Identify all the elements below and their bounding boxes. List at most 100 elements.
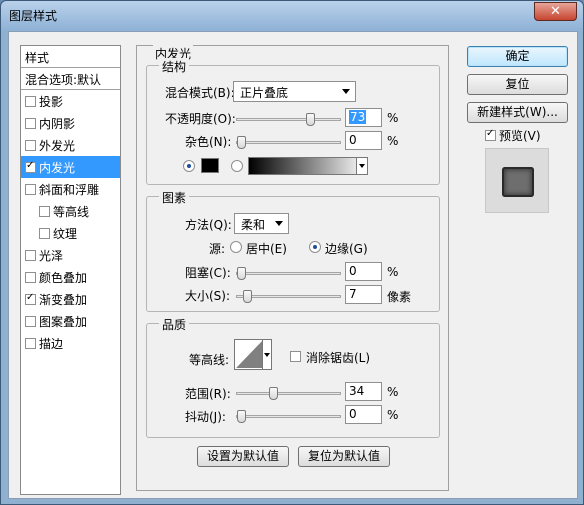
style-item[interactable]: 图案叠加 <box>21 310 120 332</box>
set-default-button[interactable]: 设置为默认值 <box>197 446 289 467</box>
opacity-input[interactable]: 73 <box>345 108 382 127</box>
style-item[interactable]: 投影 <box>21 90 120 112</box>
reset-default-button[interactable]: 复位为默认值 <box>298 446 390 467</box>
choke-slider[interactable] <box>236 267 341 280</box>
noise-label: 杂色(N): <box>185 135 232 149</box>
style-item[interactable]: 等高线 <box>21 200 120 222</box>
style-item-checkbox[interactable] <box>39 205 50 217</box>
range-slider-thumb[interactable] <box>269 387 278 400</box>
range-slider[interactable] <box>236 387 341 400</box>
gradient-radio[interactable] <box>231 160 243 172</box>
chevron-down-icon[interactable] <box>262 340 271 369</box>
style-item-label: 图案叠加 <box>39 314 88 329</box>
style-item-label: 斜面和浮雕 <box>39 182 100 197</box>
noise-slider[interactable] <box>236 136 341 149</box>
style-item[interactable]: 光泽 <box>21 244 120 266</box>
quality-group: 品质 等高线: 消除锯齿(L) 范围(R): 34 % 抖动(J): 0 % <box>146 316 440 438</box>
size-unit: 像素 <box>387 290 412 304</box>
new-style-button[interactable]: 新建样式(W)... <box>467 102 568 123</box>
elements-group: 图素 方法(Q): 柔和 源: 居中(E) 边缘(G) 阻塞(C): 0 % 大… <box>146 189 440 312</box>
antialias-checkbox[interactable] <box>290 351 301 362</box>
chevron-down-icon <box>275 221 283 226</box>
style-item-label: 光泽 <box>39 248 64 263</box>
preview-row[interactable]: 预览(V) <box>485 127 541 144</box>
ok-button[interactable]: 确定 <box>467 46 568 67</box>
opacity-slider-thumb[interactable] <box>306 113 315 126</box>
opacity-label: 不透明度(O): <box>165 112 236 126</box>
style-item-label: 外发光 <box>39 138 76 153</box>
source-label: 源: <box>209 242 226 256</box>
layer-style-dialog: 图层样式 ✕ 样式 混合选项:默认 投影内阴影外发光内发光斜面和浮雕等高线纹理光… <box>0 0 584 505</box>
style-item[interactable]: 颜色叠加 <box>21 266 120 288</box>
noise-slider-thumb[interactable] <box>237 136 246 149</box>
chevron-down-icon <box>342 89 350 94</box>
preview-label[interactable]: 预览(V) <box>499 127 541 144</box>
style-item[interactable]: 描边 <box>21 332 120 354</box>
opacity-value: 73 <box>349 110 367 124</box>
antialias-label[interactable]: 消除锯齿(L) <box>306 349 370 366</box>
structure-group: 结构 混合模式(B): 正片叠底 不透明度(O): 73 % 杂色(N): 0 … <box>146 58 440 185</box>
style-item[interactable]: 渐变叠加 <box>21 288 120 310</box>
style-item-checkbox[interactable] <box>25 292 36 305</box>
jitter-slider[interactable] <box>236 410 341 423</box>
style-item-checkbox[interactable] <box>25 315 36 327</box>
jitter-label: 抖动(J): <box>185 410 226 424</box>
style-item[interactable]: 纹理 <box>21 222 120 244</box>
style-item-label: 内阴影 <box>39 116 76 131</box>
blend-mode-dropdown[interactable]: 正片叠底 <box>233 81 356 102</box>
range-unit: % <box>387 385 399 399</box>
style-item-checkbox[interactable] <box>25 183 36 195</box>
close-icon[interactable]: ✕ <box>534 2 577 21</box>
preview-checkbox[interactable] <box>485 128 496 141</box>
style-item-label: 描边 <box>39 336 64 351</box>
blend-mode-value: 正片叠底 <box>240 86 289 100</box>
style-item-checkbox[interactable] <box>39 227 50 239</box>
style-item[interactable]: 内阴影 <box>21 112 120 134</box>
style-item[interactable]: 外发光 <box>21 134 120 156</box>
choke-input[interactable]: 0 <box>345 262 382 281</box>
solid-color-radio[interactable] <box>183 160 195 172</box>
jitter-slider-thumb[interactable] <box>237 410 246 423</box>
gradient-picker[interactable] <box>248 157 368 175</box>
style-item-label: 渐变叠加 <box>39 292 88 307</box>
style-item-checkbox[interactable] <box>25 249 36 261</box>
style-item-checkbox[interactable] <box>25 160 36 173</box>
source-center-radio[interactable] <box>230 241 242 253</box>
style-item-label: 内发光 <box>39 160 76 175</box>
source-edge-label[interactable]: 边缘(G) <box>325 240 368 257</box>
style-item-checkbox[interactable] <box>25 271 36 283</box>
style-preview <box>485 148 549 213</box>
jitter-input[interactable]: 0 <box>345 405 382 424</box>
style-item[interactable]: 内发光 <box>21 156 120 178</box>
choke-unit: % <box>387 265 399 279</box>
source-center-label[interactable]: 居中(E) <box>246 240 287 257</box>
source-edge-radio[interactable] <box>309 241 321 253</box>
blend-options-item[interactable]: 混合选项:默认 <box>21 68 120 90</box>
contour-label: 等高线: <box>189 353 230 367</box>
style-item-label: 投影 <box>39 94 64 109</box>
size-input[interactable]: 7 <box>345 285 382 304</box>
size-slider[interactable] <box>236 290 341 303</box>
quality-group-title: 品质 <box>159 316 190 333</box>
style-list-header[interactable]: 样式 <box>21 46 120 68</box>
method-dropdown[interactable]: 柔和 <box>234 213 289 234</box>
reset-button[interactable]: 复位 <box>467 74 568 95</box>
method-value: 柔和 <box>241 218 266 232</box>
size-slider-thumb[interactable] <box>243 290 252 303</box>
style-item-checkbox[interactable] <box>25 337 36 349</box>
style-item[interactable]: 斜面和浮雕 <box>21 178 120 200</box>
inner-glow-panel: 内发光 结构 混合模式(B): 正片叠底 不透明度(O): 73 % 杂色(N)… <box>136 45 449 491</box>
opacity-unit: % <box>387 111 399 125</box>
noise-input[interactable]: 0 <box>345 131 382 150</box>
style-item-checkbox[interactable] <box>25 117 36 129</box>
range-input[interactable]: 34 <box>345 382 382 401</box>
preview-swatch <box>502 167 534 197</box>
style-item-checkbox[interactable] <box>25 139 36 151</box>
style-item-checkbox[interactable] <box>25 95 36 107</box>
chevron-down-icon[interactable] <box>356 158 367 174</box>
glow-color-swatch[interactable] <box>201 158 219 173</box>
contour-picker[interactable] <box>234 339 272 370</box>
contour-curve-icon <box>236 341 262 368</box>
choke-slider-thumb[interactable] <box>237 267 246 280</box>
opacity-slider[interactable] <box>236 113 341 126</box>
